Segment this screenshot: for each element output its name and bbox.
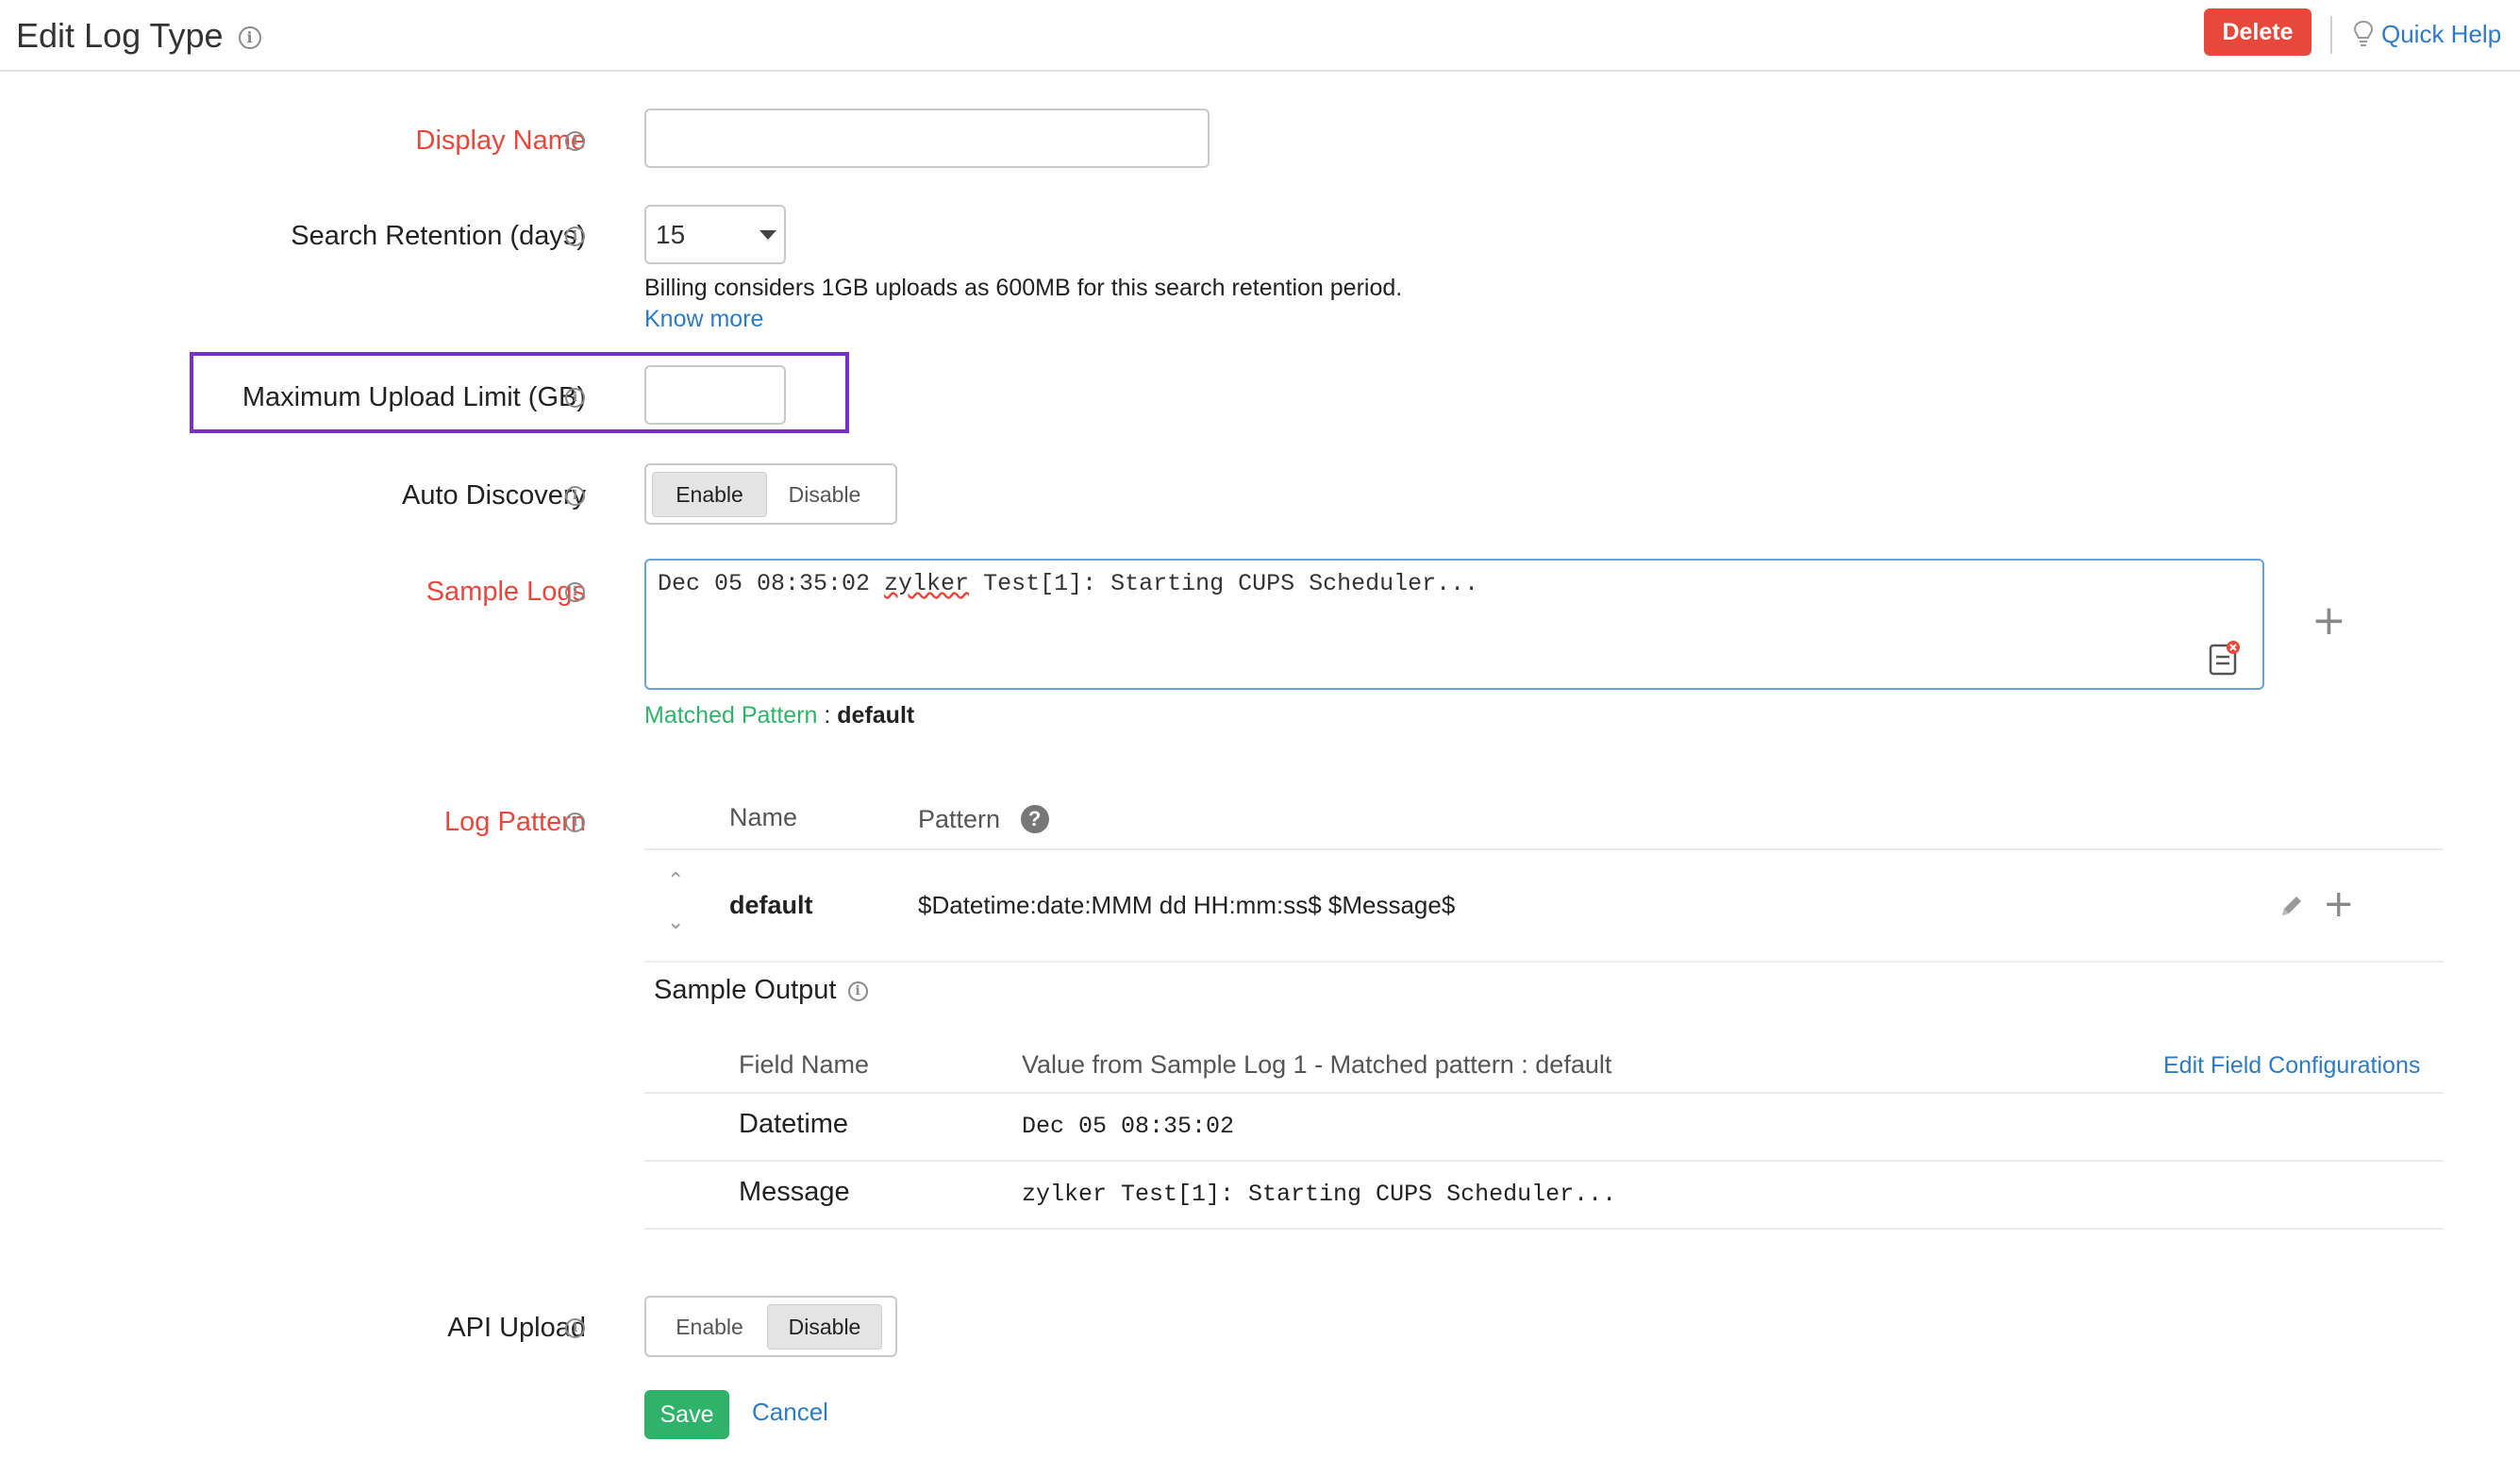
info-icon[interactable]: i xyxy=(847,981,868,1001)
chevron-down-icon xyxy=(759,230,776,240)
know-more-link[interactable]: Know more xyxy=(644,306,1402,333)
sample-logs-label: Sample Logs xyxy=(426,577,586,607)
move-down-icon[interactable]: ⌄ xyxy=(667,910,684,934)
pattern-col-pattern: Pattern ? xyxy=(918,805,1049,834)
header-divider xyxy=(2330,16,2332,54)
info-icon[interactable]: i xyxy=(565,486,585,506)
output-row-field: Message xyxy=(739,1177,850,1207)
info-icon[interactable]: i xyxy=(238,26,261,50)
output-col-field: Field Name xyxy=(739,1050,870,1079)
matched-pattern: Matched Pattern : default xyxy=(644,702,915,729)
search-retention-label: Search Retention (days) xyxy=(291,221,586,251)
auto-discovery-disable[interactable]: Disable xyxy=(767,472,882,517)
table-divider xyxy=(644,848,2444,850)
edit-pencil-icon[interactable] xyxy=(2278,893,2305,919)
page-header: Edit Log Type i Delete Quick Help xyxy=(0,0,2520,72)
auto-discovery-enable[interactable]: Enable xyxy=(652,471,767,517)
sample-output-heading: Sample Output i xyxy=(654,975,868,1006)
api-upload-disable[interactable]: Disable xyxy=(767,1303,882,1349)
api-upload-toggle[interactable]: Enable Disable xyxy=(644,1296,897,1357)
edit-field-config-link[interactable]: Edit Field Configurations xyxy=(2163,1052,2420,1080)
max-upload-input[interactable] xyxy=(644,365,786,425)
table-divider xyxy=(644,1228,2444,1230)
pattern-row-value: $Datetime:date:MMM dd HH:mm:ss$ $Message… xyxy=(918,891,1456,919)
pattern-row-name: default xyxy=(729,891,813,919)
output-col-value: Value from Sample Log 1 - Matched patter… xyxy=(1022,1050,1612,1079)
table-divider xyxy=(644,1092,2444,1094)
pattern-col-name: Name xyxy=(729,803,798,831)
info-icon[interactable]: i xyxy=(565,813,585,832)
table-divider xyxy=(644,1160,2444,1162)
info-icon[interactable]: i xyxy=(565,388,585,408)
help-icon[interactable]: ? xyxy=(1020,805,1049,833)
info-icon[interactable]: i xyxy=(565,131,585,151)
cancel-link[interactable]: Cancel xyxy=(752,1398,828,1427)
lightbulb-icon xyxy=(2353,20,2374,46)
page-title: Edit Log Type i xyxy=(16,15,261,57)
auto-discovery-label: Auto Discovery xyxy=(401,480,586,511)
auto-discovery-toggle[interactable]: Enable Disable xyxy=(644,463,897,525)
output-row-value: zylker Test[1]: Starting CUPS Scheduler.… xyxy=(1022,1181,1617,1208)
delete-button[interactable]: Delete xyxy=(2204,8,2311,56)
api-upload-enable[interactable]: Enable xyxy=(652,1304,767,1349)
clear-sample-icon[interactable] xyxy=(2209,640,2241,676)
sample-logs-textarea[interactable]: Dec 05 08:35:02 zylker Test[1]: Starting… xyxy=(644,559,2264,690)
add-pattern-icon[interactable]: + xyxy=(2323,883,2355,925)
info-icon[interactable]: i xyxy=(565,226,585,246)
table-divider xyxy=(644,961,2444,963)
output-row-field: Datetime xyxy=(739,1109,849,1139)
info-icon[interactable]: i xyxy=(565,1318,585,1338)
move-up-icon[interactable]: ⌃ xyxy=(667,868,684,893)
add-sample-icon[interactable]: + xyxy=(2311,600,2346,642)
info-icon[interactable]: i xyxy=(565,582,585,602)
display-name-input[interactable] xyxy=(644,109,1210,168)
display-name-label: Display Name xyxy=(415,126,587,156)
max-upload-label: Maximum Upload Limit (GB) xyxy=(242,382,586,412)
retention-hint: Billing considers 1GB uploads as 600MB f… xyxy=(644,275,1403,333)
save-button[interactable]: Save xyxy=(644,1390,729,1439)
search-retention-select[interactable]: 15 xyxy=(644,205,786,264)
quick-help-link[interactable]: Quick Help xyxy=(2353,17,2501,51)
output-row-value: Dec 05 08:35:02 xyxy=(1022,1113,1235,1140)
